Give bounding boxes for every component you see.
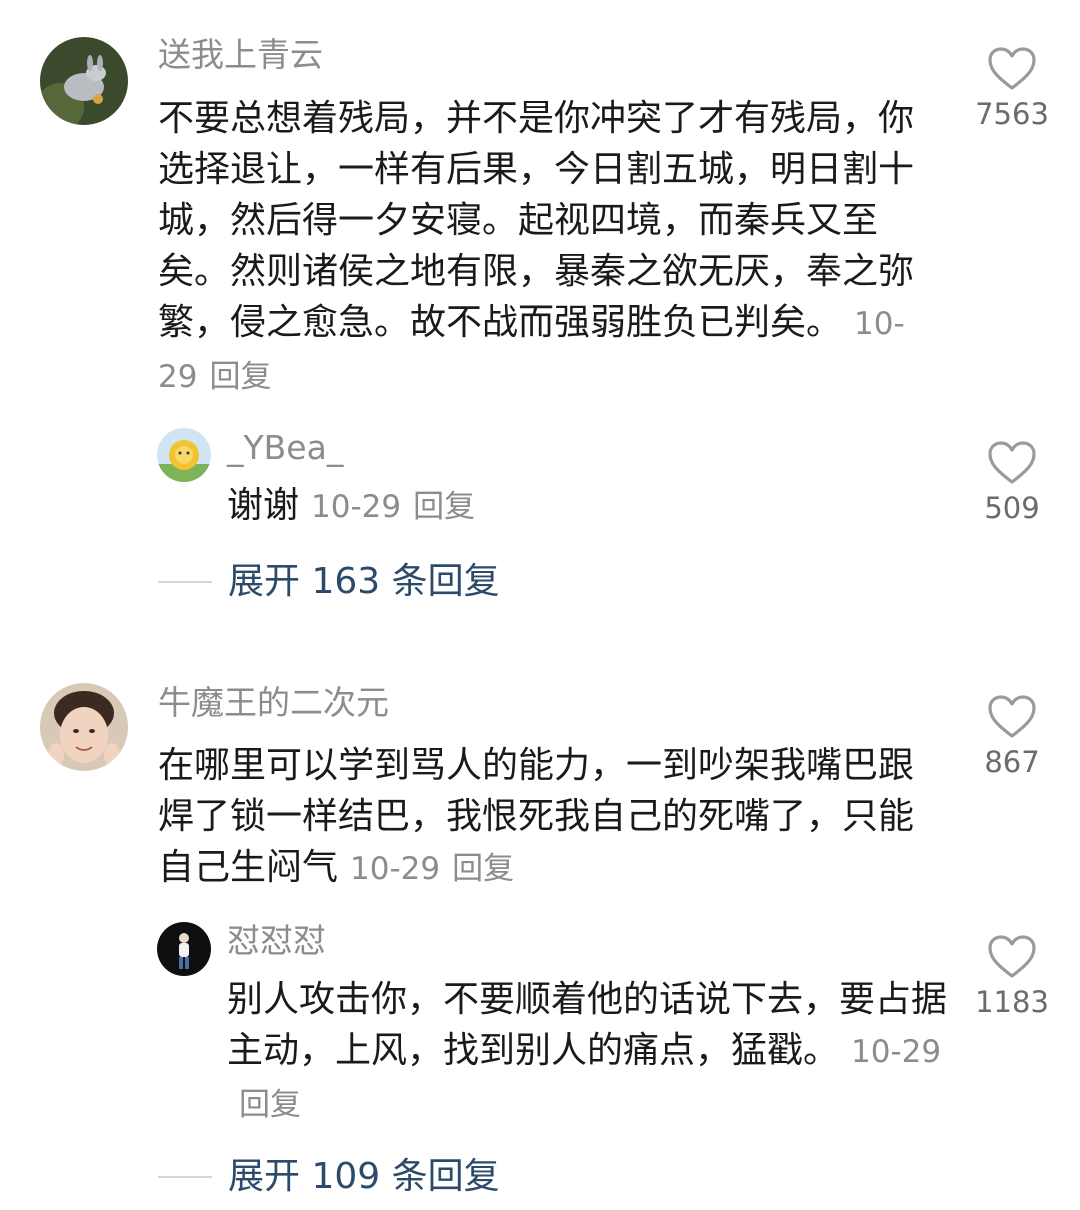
heart-outline-icon <box>988 935 1036 978</box>
like-count: 509 <box>984 491 1040 525</box>
reply-text: 别人攻击你，不要顺着他的话说下去，要占据主动，上风，找到别人的痛点，猛戳。 10-… <box>227 974 947 1131</box>
expand-replies-label: 展开 109 条回复 <box>228 1156 500 1197</box>
heart-outline-icon <box>988 695 1036 738</box>
comment-date: 10-29 <box>350 851 441 887</box>
expand-replies-button[interactable]: 展开 163 条回复 <box>158 560 500 604</box>
comment-body: 不要总想着残局，并不是你冲突了才有残局，你选择退让，一样有后果，今日割五城，明日… <box>158 98 915 343</box>
like-count: 1183 <box>975 985 1049 1019</box>
username[interactable]: _YBea_ <box>227 428 343 468</box>
divider <box>158 581 212 583</box>
like-button[interactable]: 1183 <box>962 934 1062 1020</box>
heart-outline-icon <box>988 47 1036 90</box>
reply-body: 别人攻击你，不要顺着他的话说下去，要占据主动，上风，找到别人的痛点，猛戳。 <box>227 979 948 1071</box>
reply-text: 谢谢 10-29 回复 <box>227 480 947 533</box>
username[interactable]: 牛魔王的二次元 <box>158 683 389 723</box>
heart-outline-icon <box>988 441 1036 484</box>
comment-text: 不要总想着残局，并不是你冲突了才有残局，你选择退让，一样有后果，今日割五城，明日… <box>158 93 918 403</box>
like-button[interactable]: 867 <box>962 694 1062 780</box>
like-count: 7563 <box>975 97 1049 131</box>
expand-replies-button[interactable]: 展开 109 条回复 <box>158 1155 500 1199</box>
reply-body: 谢谢 <box>227 485 300 526</box>
reply-button[interactable]: 回复 <box>452 851 514 887</box>
like-button[interactable]: 7563 <box>962 46 1062 132</box>
reply-button[interactable]: 回复 <box>239 1087 301 1123</box>
reply-date: 10-29 <box>311 489 402 525</box>
avatar[interactable] <box>157 428 211 482</box>
reply-button[interactable]: 回复 <box>413 489 475 525</box>
like-count: 867 <box>984 745 1040 779</box>
reply-button[interactable]: 回复 <box>209 359 271 395</box>
avatar[interactable] <box>40 37 128 125</box>
comment-text: 在哪里可以学到骂人的能力，一到吵架我嘴巴跟焊了锁一样结巴，我恨死我自己的死嘴了，… <box>158 740 918 895</box>
username[interactable]: 怼怼怼 <box>227 921 326 961</box>
avatar[interactable] <box>157 922 211 976</box>
expand-replies-label: 展开 163 条回复 <box>228 561 500 602</box>
username[interactable]: 送我上青云 <box>158 35 323 75</box>
like-button[interactable]: 509 <box>962 440 1062 526</box>
avatar[interactable] <box>40 683 128 771</box>
reply-date: 10-29 <box>851 1034 942 1070</box>
comment-body: 在哪里可以学到骂人的能力，一到吵架我嘴巴跟焊了锁一样结巴，我恨死我自己的死嘴了，… <box>158 745 915 888</box>
divider <box>158 1176 212 1178</box>
